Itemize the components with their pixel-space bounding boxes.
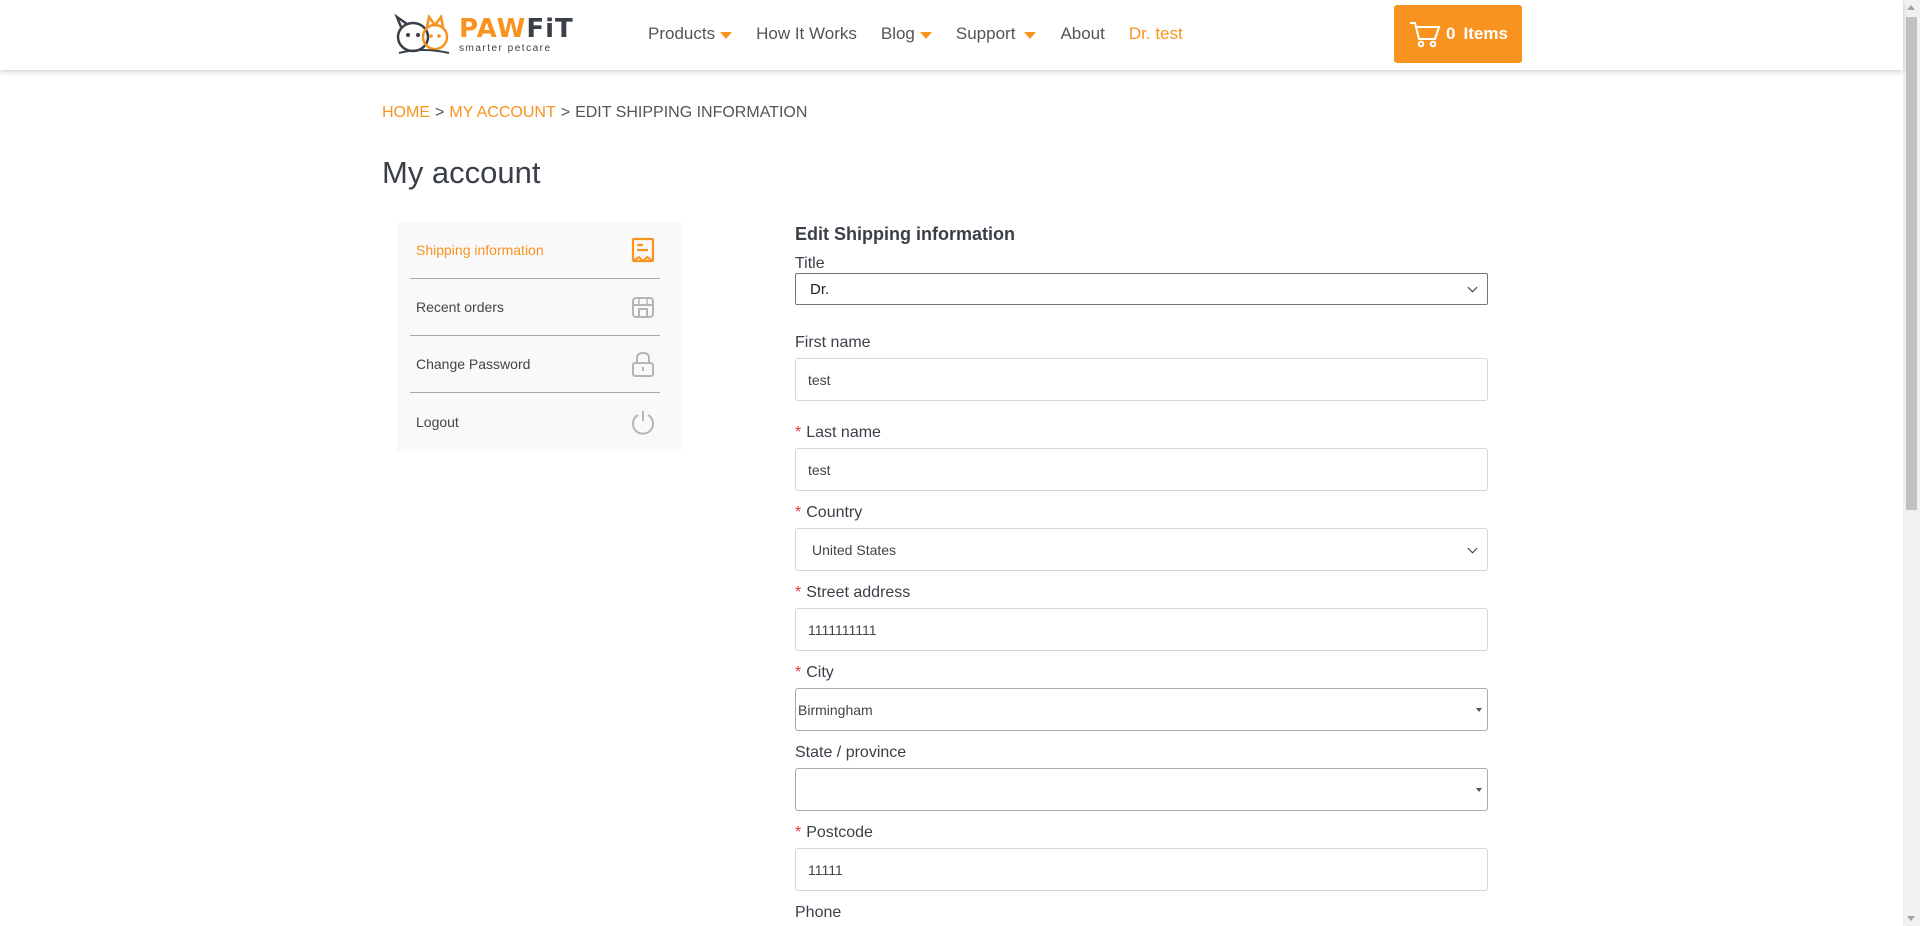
last-name-label-text: Last name	[806, 424, 881, 441]
cart-label: Items	[1463, 24, 1508, 43]
state-label: State / province	[795, 744, 907, 761]
country-select[interactable]: United States	[795, 528, 1488, 571]
pawfit-logo[interactable]: PAWFiT smarter petcare	[391, 13, 574, 57]
street-label-text: Street address	[806, 584, 911, 601]
city-label: * City	[795, 664, 1488, 682]
breadcrumb-account-link[interactable]: MY ACCOUNT	[449, 104, 555, 121]
cart-icon	[1410, 22, 1441, 48]
nav-how-it-works-label: How It Works	[756, 24, 857, 43]
nav-products[interactable]: Products	[648, 24, 733, 44]
sidebar-item-recent-orders[interactable]: Recent orders	[410, 279, 660, 336]
page-title: My account	[382, 155, 541, 190]
state-select-wrapper	[795, 768, 1488, 811]
sidebar-item-label: Shipping information	[416, 242, 544, 258]
country-label: * Country	[795, 504, 1488, 522]
site-header: PAWFiT smarter petcare Products How It W…	[0, 0, 1903, 70]
caret-down-icon	[720, 31, 733, 39]
postcode-label-text: Postcode	[806, 824, 873, 841]
caret-down-icon	[919, 31, 932, 39]
title-select[interactable]: Dr.	[795, 273, 1488, 305]
country-label-text: Country	[806, 504, 863, 521]
breadcrumb-separator: >	[560, 104, 571, 121]
logo-word-fit: FiT	[526, 14, 574, 44]
postcode-input[interactable]: 11111	[795, 848, 1488, 891]
power-icon	[630, 409, 656, 435]
title-label: Title	[795, 255, 825, 272]
sidebar-item-label: Change Password	[416, 356, 531, 372]
city-label-text: City	[806, 664, 834, 681]
postcode-label: * Postcode	[795, 824, 1488, 842]
last-name-label: * Last name	[795, 424, 1488, 442]
nav-support[interactable]: Support	[956, 24, 1037, 44]
first-name-input[interactable]: test	[795, 358, 1488, 401]
nav-how-it-works[interactable]: How It Works	[756, 24, 857, 44]
title-select-wrapper: Dr.	[795, 273, 1488, 305]
last-name-input[interactable]: test	[795, 448, 1488, 491]
sidebar-item-change-password[interactable]: Change Password	[410, 336, 660, 393]
nav-support-label: Support	[955, 24, 1016, 43]
nav-blog-label: Blog	[880, 24, 915, 43]
required-marker: *	[795, 504, 802, 521]
account-sidebar: Shipping information Recent orders Chang…	[397, 222, 682, 451]
city-select[interactable]: Birmingham	[795, 688, 1488, 731]
sidebar-item-logout[interactable]: Logout	[410, 393, 660, 450]
nav-about[interactable]: About	[1060, 24, 1104, 44]
nav-user-account[interactable]: Dr. test	[1129, 24, 1183, 44]
country-select-wrapper: United States	[795, 528, 1488, 571]
store-icon	[630, 294, 656, 320]
breadcrumb-home-link[interactable]: HOME	[382, 104, 430, 121]
city-select-wrapper: Birmingham	[795, 688, 1488, 731]
state-select[interactable]	[795, 768, 1488, 811]
scrollbar-thumb[interactable]	[1906, 17, 1917, 510]
caret-down-icon	[1476, 707, 1482, 712]
caret-down-icon	[1024, 31, 1037, 39]
page-scrollbar[interactable]	[1903, 0, 1920, 926]
form-title: Edit Shipping information	[795, 224, 1015, 244]
nav-about-label: About	[1060, 24, 1105, 43]
breadcrumb-current: EDIT SHIPPING INFORMATION	[575, 104, 808, 121]
main-nav: Products How It Works Blog Support About…	[648, 24, 1207, 44]
receipt-icon	[630, 237, 656, 263]
logo-text: PAWFiT smarter petcare	[459, 16, 574, 54]
nav-products-label: Products	[648, 24, 716, 43]
logo-tagline: smarter petcare	[459, 43, 552, 54]
lock-icon	[630, 351, 656, 377]
breadcrumb: HOME > MY ACCOUNT > EDIT SHIPPING INFORMATIO…	[382, 104, 807, 122]
scroll-down-arrow-icon[interactable]	[1907, 916, 1915, 921]
shipping-form: Edit Shipping information Title Dr. Firs…	[795, 224, 1488, 922]
required-marker: *	[795, 824, 802, 841]
sidebar-item-label: Recent orders	[416, 299, 504, 315]
street-address-input[interactable]: 1111111111	[795, 608, 1488, 651]
street-label: * Street address	[795, 584, 1488, 602]
required-marker: *	[795, 584, 802, 601]
logo-wordmark: PAWFiT	[459, 16, 574, 42]
required-marker: *	[795, 424, 802, 441]
sidebar-item-label: Logout	[416, 413, 459, 430]
nav-user-label: Dr. test	[1128, 24, 1183, 43]
cart-count: 0	[1446, 24, 1456, 43]
scroll-up-arrow-icon[interactable]	[1907, 5, 1915, 10]
sidebar-item-shipping-information[interactable]: Shipping information	[410, 222, 660, 279]
caret-down-icon	[1476, 787, 1482, 792]
nav-blog[interactable]: Blog	[881, 24, 932, 44]
pet-logo-icon	[394, 13, 450, 54]
breadcrumb-separator: >	[435, 104, 445, 121]
phone-label: Phone	[795, 904, 842, 921]
logo-word-paw: PAW	[459, 14, 527, 44]
cart-button[interactable]: 0 Items	[1394, 5, 1522, 63]
required-marker: *	[795, 664, 802, 681]
first-name-label: First name	[795, 334, 871, 351]
